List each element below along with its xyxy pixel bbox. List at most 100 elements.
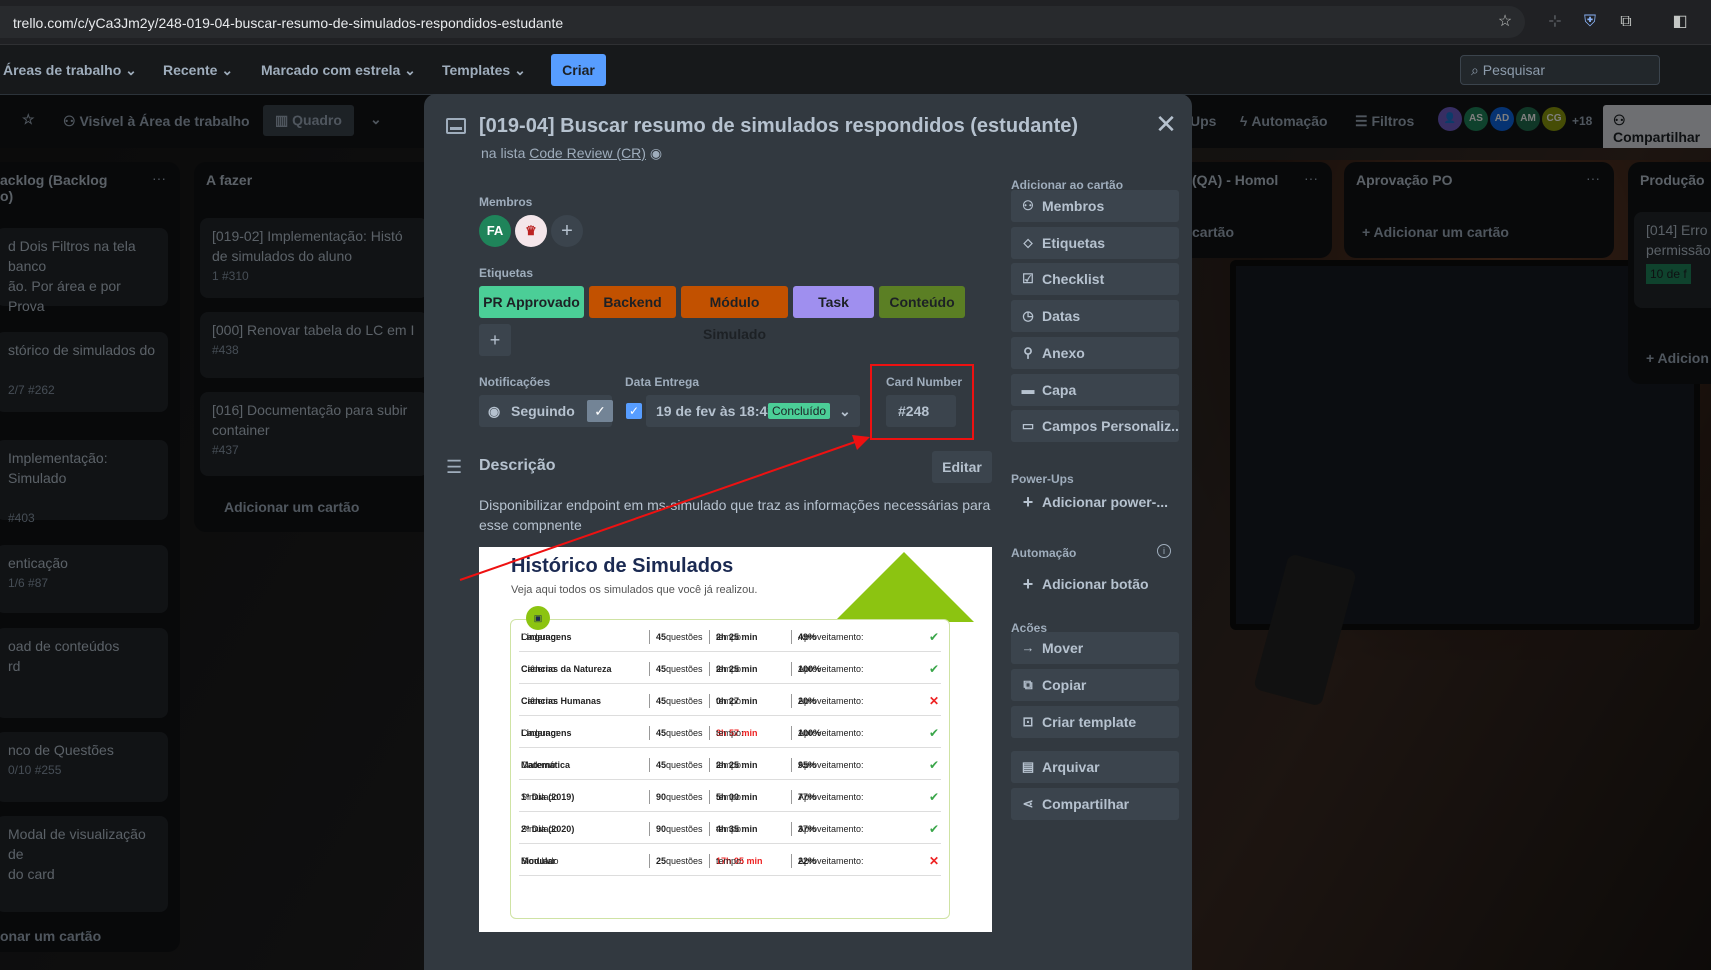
check-circle-icon: ✔ [929, 790, 940, 804]
search-input[interactable]: ⌕ Pesquisar [1460, 55, 1660, 85]
templates-menu[interactable]: Templates ⌄ [442, 62, 526, 79]
row-questions: 45 questões [656, 760, 703, 770]
row-time: tempo: 2h 25 min [716, 664, 758, 674]
embedded-title: Histórico de Simulados [511, 555, 734, 577]
decorative-triangle [834, 552, 974, 622]
row-score: Aproveitamento: 22% [798, 856, 864, 866]
row-score: Aproveitamento: 77% [798, 792, 864, 802]
add-member-button[interactable]: + [551, 215, 583, 247]
archive-icon: ▤ [1021, 759, 1035, 774]
due-complete-checkbox[interactable]: ✓ [626, 403, 642, 419]
watching-check-icon: ✓ [587, 400, 613, 422]
automation-label: Automação [1011, 546, 1077, 560]
browser-toolbar: trello.com/c/yCa3Jm2y/248-019-04-buscar-… [0, 0, 1711, 45]
label-chip[interactable]: Conteúdo [879, 286, 965, 318]
sidebar-button-checklist[interactable]: ☑ Checklist [1011, 263, 1179, 296]
eye-icon: ◉ [488, 403, 501, 419]
description-image[interactable]: Histórico de Simulados Veja aqui todos o… [479, 547, 992, 932]
shield-extension-icon[interactable]: ⛨ [1580, 12, 1600, 32]
row-time: tempo: 3h 57 min [716, 728, 758, 738]
table-row: Simulado 1º Dia (2019) 90 questões tempo: … [519, 782, 941, 812]
add-automation-button[interactable]: + Adicionar botão [1011, 568, 1179, 600]
table-row: Caderno: Ciências Humanas 45 questões temp… [519, 686, 941, 716]
action-button-copy[interactable]: ⧉ Copiar [1011, 669, 1179, 701]
due-date-button[interactable]: 19 de fev às 18:43 Concluído ⌄ [646, 395, 860, 427]
label-chip[interactable]: Backend [589, 286, 676, 318]
row-name: Caderno Ciências da Natureza [521, 664, 612, 674]
row-questions: 45 questões [656, 632, 703, 642]
sidebar-button-custom-fields[interactable]: ▭ Campos Personaliz... [1011, 410, 1179, 443]
starred-menu[interactable]: Marcado com estrela ⌄ [261, 62, 416, 79]
paperclip-icon: ⚲ [1023, 344, 1033, 360]
row-name: Caderno: Linguagens [521, 728, 572, 738]
description-icon: ☰ [446, 457, 463, 477]
custom-fields-icon: ▭ [1021, 418, 1035, 434]
row-score: Aproveitamento: 95% [798, 760, 864, 770]
row-time: tempo: 2h 25 min [716, 632, 758, 642]
row-score: Aproveitamento: 49% [798, 632, 864, 642]
sidepanel-icon[interactable]: ◧ [1670, 12, 1690, 32]
row-name: Caderno: Linguagens [521, 632, 572, 642]
sidebar-button-paperclip[interactable]: ⚲ Anexo [1011, 336, 1179, 369]
card-cover-icon: ▬ [1021, 381, 1035, 397]
members-label: Membros [479, 195, 533, 209]
description-text[interactable]: Disponibilizar endpoint em ms-simulado q… [479, 495, 999, 535]
sidebar-button-card-cover[interactable]: ▬ Capa [1011, 373, 1179, 406]
list-link[interactable]: Code Review (CR) [529, 145, 646, 161]
checklist-icon: ☑ [1022, 271, 1034, 287]
check-circle-icon: ✔ [929, 822, 940, 836]
close-icon[interactable]: ✕ [1150, 108, 1182, 140]
row-time: tempo: 17h 05 min [716, 856, 763, 866]
table-row: Simulado 2º Dia (2020) 90 questões tempo: … [519, 814, 941, 844]
sidebar-button-tag[interactable]: ⬦ Etiquetas [1011, 226, 1179, 259]
table-row: Caderno: Linguagens 45 questões tempo: 3h … [519, 718, 941, 748]
action-button-arrow-right[interactable]: → Mover [1011, 632, 1179, 664]
row-name: Simulado 1º Dia (2019) [521, 792, 575, 802]
add-label-button[interactable]: + [479, 324, 511, 356]
info-icon[interactable]: i [1157, 544, 1171, 558]
avatar[interactable]: FA [479, 215, 511, 247]
sidebar-button-clock[interactable]: ◷ Datas [1011, 300, 1179, 333]
address-bar[interactable]: trello.com/c/yCa3Jm2y/248-019-04-buscar-… [0, 6, 1525, 38]
label-chip[interactable]: PR Approvado [479, 286, 584, 318]
plus-icon: + [1022, 492, 1034, 512]
row-time: tempo: 5h 00 min [716, 792, 758, 802]
table-row: Caderno: Matemática 45 questões tempo: 2h … [519, 750, 941, 780]
notifications-label: Notificações [479, 375, 551, 389]
extension-icon[interactable]: ⊹ [1545, 12, 1565, 32]
action-button-archive[interactable]: ▤ Arquivar [1011, 751, 1179, 783]
due-date-label: Data Entrega [625, 375, 700, 389]
label-chip[interactable]: Task [793, 286, 874, 318]
row-score: Aproveitamento: 100% [798, 728, 864, 738]
row-name: Caderno: Ciências Humanas [521, 696, 602, 706]
sidebar-button-person[interactable]: ⚇ Membros [1011, 190, 1179, 222]
star-icon[interactable]: ☆ [1495, 12, 1515, 32]
action-button-template[interactable]: ⊡ Criar template [1011, 706, 1179, 738]
recent-menu[interactable]: Recente ⌄ [163, 62, 233, 79]
table-row: Caderno Ciências da Natureza 45 questões t… [519, 654, 941, 684]
row-name: Simulado 2º Dia (2020) [521, 824, 575, 834]
tag-icon: ⬦ [1023, 234, 1033, 250]
card-title[interactable]: [019-04] Buscar resumo de simulados resp… [479, 115, 1078, 138]
row-questions: 90 questões [656, 792, 703, 802]
puzzle-icon[interactable]: ⧉ [1616, 12, 1636, 32]
annotation-highlight-box [870, 364, 974, 440]
card-list-info: na lista Code Review (CR) ◉ [481, 145, 663, 161]
label-chip[interactable]: Módulo Simulado [681, 286, 788, 342]
description-label: Descrição [479, 457, 556, 474]
check-circle-icon: ✔ [929, 726, 940, 740]
action-button-share[interactable]: ⋖ Compartilhar [1011, 788, 1179, 820]
avatar[interactable]: ♛ [515, 215, 547, 247]
arrow-right-icon: → [1021, 640, 1035, 655]
card-detail-modal: [019-04] Buscar resumo de simulados resp… [424, 94, 1192, 970]
table-row: Simulado Modular 25 questões tempo: 17h 05… [519, 846, 941, 876]
edit-description-button[interactable]: Editar [932, 451, 992, 483]
row-score: Aproveitamento: 37% [798, 824, 864, 834]
row-time: tempo: 2h 25 min [716, 760, 758, 770]
create-button[interactable]: Criar [551, 54, 606, 86]
row-questions: 45 questões [656, 696, 703, 706]
eye-icon[interactable]: ◉ [650, 145, 662, 161]
person-icon: ⚇ [1022, 198, 1034, 213]
add-powerup-button[interactable]: + Adicionar power-... [1011, 486, 1179, 518]
workspaces-menu[interactable]: Áreas de trabalho ⌄ [3, 62, 137, 79]
